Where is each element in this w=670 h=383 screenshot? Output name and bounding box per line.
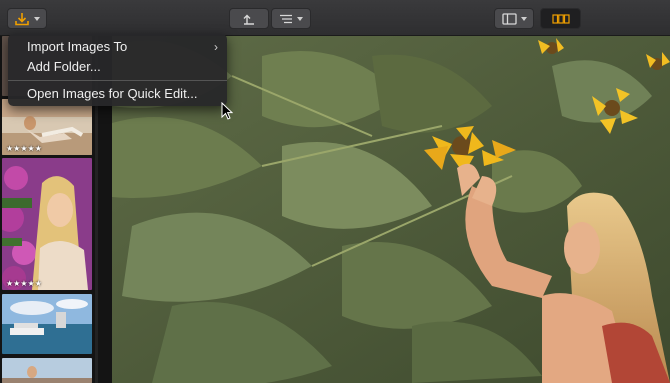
import-dropdown-menu: Import Images To › Add Folder... Open Im… — [8, 34, 227, 106]
import-button[interactable] — [7, 8, 47, 29]
filmstrip-toggle-button[interactable] — [540, 8, 581, 29]
thumbnail-1[interactable]: ★★★★★ — [2, 99, 92, 155]
view-layout-button[interactable] — [494, 8, 534, 29]
chevron-down-icon — [34, 16, 40, 21]
import-arrow-icon — [15, 12, 29, 25]
back-button[interactable] — [229, 8, 269, 29]
thumbnail-4[interactable] — [2, 358, 92, 383]
rating-stars: ★★★★★ — [6, 144, 42, 153]
chevron-down-icon — [297, 16, 303, 21]
menu-item-label: Add Folder... — [27, 59, 101, 74]
menu-item-open-quick-edit[interactable]: Open Images for Quick Edit... — [8, 84, 227, 104]
sort-menu-button[interactable] — [271, 8, 311, 29]
top-toolbar — [0, 0, 670, 36]
chevron-down-icon — [520, 16, 527, 21]
return-arrow-icon — [243, 14, 254, 25]
menu-separator — [8, 80, 227, 81]
thumbnail-3[interactable] — [2, 294, 92, 354]
panel-layout-icon — [501, 12, 517, 25]
chevron-right-icon: › — [214, 40, 218, 54]
thumbnail-2[interactable]: ★★★★★ — [2, 158, 92, 290]
mouse-pointer-icon — [221, 102, 233, 120]
menu-item-label: Open Images for Quick Edit... — [27, 86, 198, 101]
menu-item-label: Import Images To — [27, 39, 128, 54]
rating-stars: ★★★★★ — [6, 279, 42, 288]
menu-item-add-folder[interactable]: Add Folder... — [8, 57, 227, 77]
menu-item-import-images-to[interactable]: Import Images To › — [8, 37, 227, 57]
list-sort-icon — [280, 14, 292, 23]
filmstrip-icon — [551, 13, 570, 24]
